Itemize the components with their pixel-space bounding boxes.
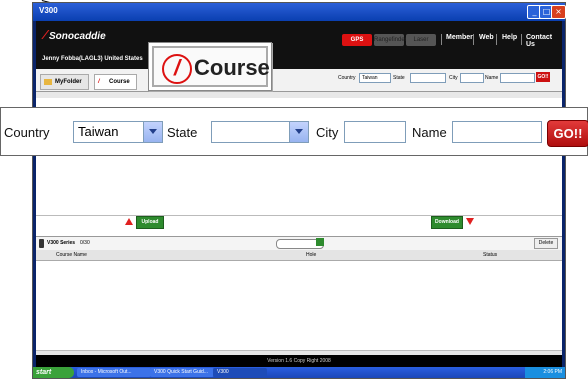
chevron-down-icon[interactable] (143, 122, 162, 142)
go-button-small[interactable]: GO!! (536, 72, 550, 82)
list-header-stripe (36, 92, 562, 98)
column-course-name[interactable]: Course Name (56, 252, 87, 258)
filter-state-select-small[interactable] (410, 73, 446, 83)
country-label: Country (4, 125, 50, 140)
tab-course[interactable]: / Course (94, 74, 137, 90)
filter-country-value-small: Taiwan (362, 75, 378, 81)
city-label: City (316, 125, 339, 140)
tab-myfolder-label: MyFolder (55, 79, 82, 85)
upload-button[interactable]: Upload (136, 216, 164, 229)
computer-icon (316, 238, 324, 246)
app-window: V300 _ □ × ⁄ Sonocaddie Jenny Fobba(LAGL… (33, 3, 566, 378)
download-arrow-icon (466, 218, 474, 225)
window-title: V300 (39, 6, 58, 15)
device-panel: Upload Download V300 Series 0/30 Delete … (36, 215, 562, 357)
nav-divider (496, 34, 497, 45)
filter-name-input-small[interactable] (500, 73, 535, 83)
system-clock: 2:06 PM (525, 367, 565, 378)
nav-member-link[interactable]: Member (446, 34, 473, 41)
city-input[interactable] (344, 121, 406, 143)
close-icon[interactable]: × (551, 5, 566, 19)
course-callout-frame: / Course (152, 46, 270, 87)
delete-button[interactable]: Delete (534, 238, 558, 249)
tab-course-label: Course (109, 79, 130, 85)
brand-logo: ⁄ Sonocaddie (44, 27, 106, 42)
course-callout-label: Course (194, 55, 270, 80)
filter-bar-zoom-callout: Country Taiwan State City Name GO!! (0, 107, 588, 156)
upload-arrow-icon (125, 218, 133, 225)
column-hole[interactable]: Hole (306, 252, 316, 258)
app-header: ⁄ Sonocaddie Jenny Fobba(LAGL3) United S… (36, 21, 562, 69)
download-button[interactable]: Download (431, 216, 463, 229)
country-select-value: Taiwan (78, 124, 119, 139)
title-bar: V300 _ □ × (33, 3, 566, 21)
mode-laser-button[interactable]: Laser (406, 34, 436, 46)
column-status[interactable]: Status (483, 252, 497, 258)
mode-gps-button[interactable]: GPS (342, 34, 372, 46)
taskbar: start Inbox - Microsoft Out... V300 Quic… (33, 367, 565, 378)
nav-divider (473, 34, 474, 45)
state-select[interactable] (211, 121, 309, 143)
filter-state-label-small: State (393, 75, 405, 81)
user-info: Jenny Fobba(LAGL3) United States (42, 56, 143, 62)
filter-city-input-small[interactable] (460, 73, 484, 83)
chevron-down-icon[interactable] (289, 122, 308, 142)
folder-icon (44, 79, 52, 85)
device-name: V300 Series (47, 240, 76, 246)
nav-divider (441, 34, 442, 45)
nav-web-link[interactable]: Web (479, 34, 494, 41)
nav-divider (521, 34, 522, 45)
device-table-header: Course Name Hole Status (36, 250, 562, 261)
go-button[interactable]: GO!! (547, 120, 588, 147)
name-input[interactable] (452, 121, 542, 143)
tab-myfolder[interactable]: MyFolder (40, 74, 89, 90)
taskbar-item-guide[interactable]: V300 Quick Start Guid... (150, 368, 214, 377)
taskbar-item-inbox[interactable]: Inbox - Microsoft Out... (77, 368, 151, 377)
status-line: Version 1.6 Copy Right 2008 (36, 355, 562, 367)
device-icon (39, 239, 44, 248)
mode-rangefinder-button[interactable]: Rangefinder (374, 34, 407, 46)
nav-help-link[interactable]: Help (502, 34, 517, 41)
nav-contact-link[interactable]: Contact Us (526, 34, 562, 48)
course-logo-icon: / (162, 54, 192, 84)
name-label: Name (412, 125, 447, 140)
logo-mark-icon: ⁄ (44, 27, 47, 42)
filter-name-label-small: Name (485, 75, 499, 81)
start-button[interactable]: start (33, 367, 74, 378)
filter-city-label-small: City (449, 75, 458, 81)
taskbar-item-v300[interactable]: V300 (213, 368, 267, 377)
filter-country-select-small[interactable]: Taiwan (359, 73, 391, 83)
device-bar: V300 Series 0/30 Delete (36, 236, 562, 251)
state-label: State (167, 125, 198, 140)
brand-name: Sonocaddie (48, 31, 106, 42)
device-count: 0/30 (80, 240, 90, 246)
course-tab-zoom-callout: / Course (148, 42, 272, 91)
country-select[interactable]: Taiwan (73, 121, 163, 143)
filter-country-label-small: Country (338, 75, 356, 81)
course-logo-icon: / (98, 79, 100, 85)
tab-bar: MyFolder / Course Country Taiwan State C… (36, 69, 562, 92)
